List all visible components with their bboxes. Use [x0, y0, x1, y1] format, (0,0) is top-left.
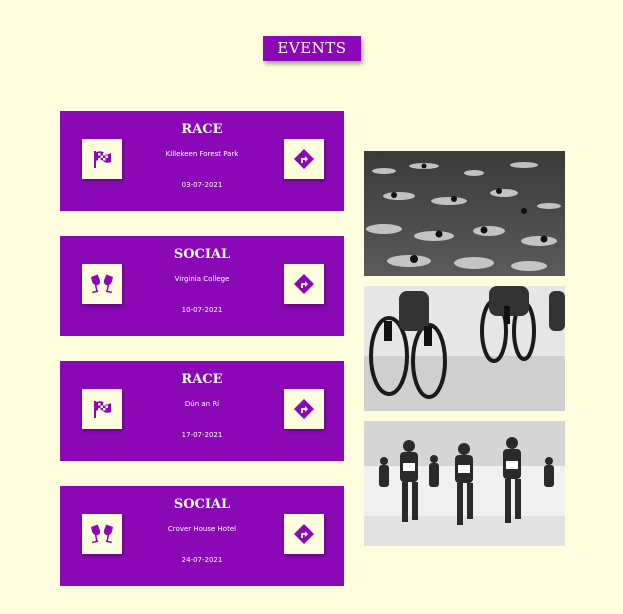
event-title: RACE — [181, 122, 223, 137]
event-type-icon-box — [82, 514, 122, 554]
event-type-icon-box — [82, 139, 122, 179]
directions-button[interactable] — [284, 389, 324, 429]
event-title: RACE — [181, 372, 223, 387]
directions-icon — [294, 274, 314, 294]
directions-button[interactable] — [284, 139, 324, 179]
event-date: 24-07-2021 — [181, 556, 223, 564]
directions-button[interactable] — [284, 264, 324, 304]
event-type-icon-box — [82, 389, 122, 429]
directions-button[interactable] — [284, 514, 324, 554]
cycling-photo-graphic — [364, 286, 565, 411]
directions-icon — [294, 399, 314, 419]
event-card-race: RACE Dún an Rí 17-07-2021 — [60, 361, 344, 461]
cycling-photo — [364, 286, 565, 411]
event-date: 10-07-2021 — [181, 306, 223, 314]
event-card-social: SOCIAL Crover House Hotel 24-07-2021 — [60, 486, 344, 586]
event-type-icon-box — [82, 264, 122, 304]
event-date: 03-07-2021 — [181, 181, 223, 189]
events-heading: EVENTS — [263, 36, 361, 61]
event-title: SOCIAL — [173, 247, 231, 262]
event-card-social: SOCIAL Virginia College 10-07-2021 — [60, 236, 344, 336]
directions-icon — [294, 149, 314, 169]
running-photo — [364, 421, 565, 546]
swimming-photo-graphic — [364, 151, 565, 276]
event-card-race: RACE Killekeen Forest Park 03-07-2021 — [60, 111, 344, 211]
directions-icon — [294, 524, 314, 544]
swimming-photo — [364, 151, 565, 276]
running-photo-graphic — [364, 421, 565, 546]
event-date: 17-07-2021 — [181, 431, 223, 439]
event-title: SOCIAL — [173, 497, 231, 512]
